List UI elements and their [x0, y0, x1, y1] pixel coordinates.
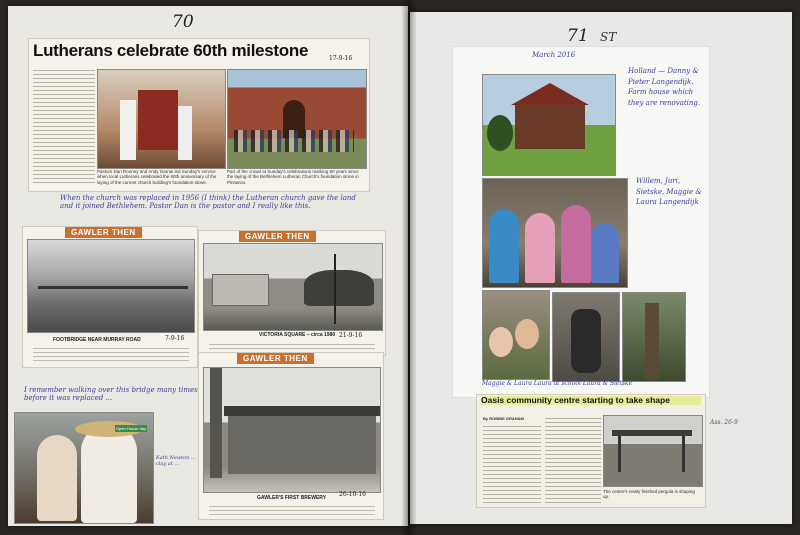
grandchildren-note: Willem, Juri, Sietske, Maggie & Laura La… [636, 177, 702, 206]
month-note: March 2016 [532, 51, 576, 59]
gawler-then-header-1: GAWLER THEN [65, 227, 142, 238]
lamp-post [334, 254, 336, 324]
lutherans-caption-1: Pastors Dan Rooney and Andy Garnai led S… [97, 169, 217, 185]
oasis-article-col-2 [545, 415, 601, 503]
crowd [234, 130, 354, 152]
lutherans-headline: Lutherans celebrate 60th milestone [33, 41, 309, 60]
laura-school-photo [552, 292, 620, 382]
altar-shape [138, 90, 178, 150]
oasis-byline: By ROBBIE GRAHAM [483, 416, 524, 421]
open-house-label: Open House day [115, 425, 148, 432]
brewery-chimney [210, 368, 222, 478]
brewery-date: 26-10-16 [339, 491, 366, 498]
lutherans-handwritten-note: When the church was replaced in 1956 (I … [60, 194, 356, 211]
right-page-number: 71 [567, 26, 589, 46]
lutherans-clipping: Lutherans celebrate 60th milestone 17-9-… [28, 38, 370, 192]
laura-sietske-photo [622, 292, 686, 382]
altar-photo [97, 69, 226, 169]
oasis-article-col-1 [483, 423, 541, 503]
gawler-then-header-2: GAWLER THEN [239, 231, 316, 242]
brewery-building [228, 414, 376, 474]
selfie-face-2 [515, 319, 539, 349]
child-1 [489, 209, 519, 283]
child-4 [591, 223, 619, 283]
pergola-roof [612, 430, 692, 436]
child-3 [561, 205, 591, 283]
oasis-caption: The centre's newly finished pergola is s… [603, 489, 695, 500]
lutherans-date: 17-9-16 [329, 55, 353, 62]
small-photos-caption: Maggie & Laura Laura at school Laura & S… [482, 380, 633, 387]
pastor-figure-right [178, 106, 192, 160]
brewery-roof [224, 406, 380, 416]
gawler-then-header-3: GAWLER THEN [237, 353, 314, 364]
right-corner-mark: ST [600, 30, 617, 44]
oasis-clipping: Oasis community centre starting to take … [476, 394, 706, 508]
maggie-laura-photo [482, 290, 550, 380]
footbridge-caption-text [33, 345, 189, 363]
victoria-square-caption-title: VICTORIA SQUARE – circa 1980 [259, 332, 336, 338]
holland-note: Holland — Danny & Pieter Langendijk. Far… [628, 67, 701, 107]
tree-trunk [645, 303, 659, 379]
victoria-square-date: 21-9-16 [339, 332, 363, 339]
footbridge-handwritten-note: I remember walking over this bridge many… [24, 386, 198, 403]
pergola-post-right [682, 436, 685, 472]
selfie-face-1 [489, 327, 513, 357]
woman-right [81, 425, 137, 523]
oasis-date: Ass. 26-9 [710, 419, 738, 426]
woman-left [37, 435, 77, 521]
lutherans-caption-2: Part of the crowd at Sunday's celebratio… [227, 169, 359, 185]
footbridge-date: 7-9-16 [165, 335, 185, 342]
church-crowd-photo [227, 69, 367, 169]
book-spine [402, 0, 416, 535]
left-page-number: 70 [172, 12, 194, 32]
lutherans-article-text [33, 67, 95, 185]
grandchildren-photo [482, 178, 628, 288]
square-trees [304, 270, 374, 306]
brewery-caption-title: GAWLER'S FIRST BREWERY [257, 495, 327, 501]
costume-figure [571, 309, 601, 373]
costume-photo: Open House day [14, 412, 154, 524]
pastor-figure-left [120, 100, 136, 160]
pergola-photo [603, 415, 703, 487]
victoria-square-photo [203, 243, 383, 331]
gawler-then-victoria-square-clipping: GAWLER THEN VICTORIA SQUARE – circa 1980… [198, 230, 386, 356]
square-building [212, 274, 269, 306]
pergola-post-left [618, 436, 621, 472]
costume-side-note: Kath Newton ... clay at ... [156, 455, 196, 467]
brewery-caption-text [209, 503, 375, 517]
child-2 [525, 213, 555, 283]
holland-farmhouse-photo [482, 74, 616, 176]
farmhouse-roof [511, 83, 589, 105]
footbridge-photo [27, 239, 195, 333]
farmhouse-tree [487, 115, 513, 151]
bridge-span [38, 286, 188, 289]
gawler-then-brewery-clipping: GAWLER THEN ✕ GAWLER'S FIRST BREWERY 26-… [198, 352, 384, 520]
gawler-then-footbridge-clipping: GAWLER THEN FOOTBRIDGE NEAR MURRAY ROAD … [22, 226, 198, 368]
oasis-headline: Oasis community centre starting to take … [481, 396, 701, 405]
footbridge-caption-title: FOOTBRIDGE NEAR MURRAY ROAD [53, 337, 141, 343]
brewery-photo [203, 367, 381, 493]
farmhouse-walls [515, 103, 585, 149]
